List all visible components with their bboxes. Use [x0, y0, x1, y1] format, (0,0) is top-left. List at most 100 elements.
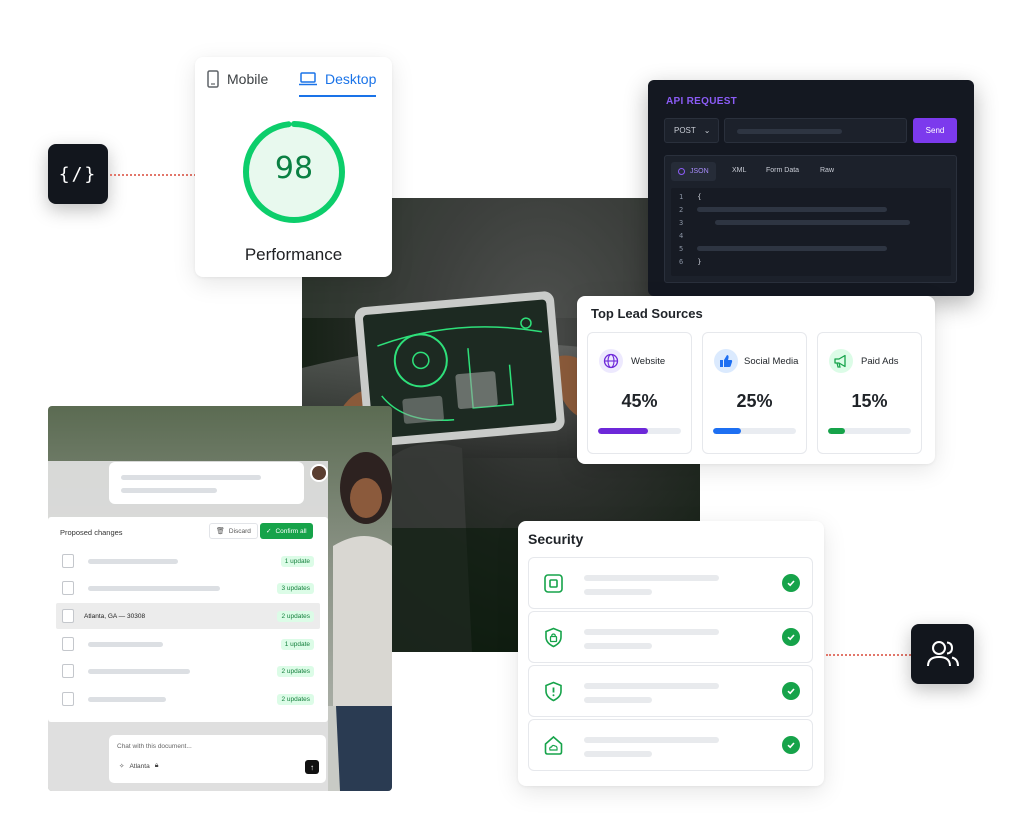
sparkle-icon: ✧: [119, 763, 125, 770]
chat-input[interactable]: Chat with this document... ✧ Atlanta 🔒︎ …: [109, 735, 326, 783]
line-number: 6: [679, 257, 684, 266]
code-icon-tile: {/}: [48, 144, 108, 204]
progress-bar: [713, 428, 796, 434]
performance-card: Mobile Desktop 98 Performance: [195, 57, 392, 277]
body-editor: JSON XML Form Data Raw 1 { 2 3 4 5 6}: [664, 155, 957, 283]
tab-xml[interactable]: XML: [732, 167, 746, 174]
change-row[interactable]: 1 update: [56, 631, 320, 657]
chat-placeholder: Chat with this document...: [117, 743, 192, 750]
method-select[interactable]: POST ⌄: [664, 118, 719, 143]
context-chip[interactable]: ✧ Atlanta 🔒︎: [119, 762, 158, 770]
check-icon: [782, 628, 800, 646]
file-icon: [62, 664, 74, 678]
security-row[interactable]: [528, 611, 813, 663]
security-row[interactable]: [528, 719, 813, 771]
proposed-changes-panel: Proposed changes 🗑 Discard ✓ Confirm all…: [48, 517, 328, 722]
cloud-shield-icon: [544, 735, 563, 755]
update-badge: 3 updates: [277, 582, 314, 594]
tab-mobile-label: Mobile: [227, 71, 269, 87]
url-input[interactable]: [724, 118, 907, 143]
code-text: {: [697, 192, 702, 201]
users-icon-tile: [911, 624, 974, 684]
file-icon: [62, 637, 74, 651]
check-icon: [782, 682, 800, 700]
lead-source-label: Social Media: [744, 355, 799, 367]
phone-icon: [207, 70, 219, 88]
trash-icon: 🗑: [216, 528, 225, 535]
send-arrow-icon[interactable]: ↑: [305, 760, 319, 774]
lead-source-paid-ads[interactable]: Paid Ads 15%: [817, 332, 922, 454]
lead-source-percent: 25%: [736, 391, 773, 411]
update-badge: 2 updates: [277, 610, 314, 622]
users-icon: [926, 641, 959, 667]
tab-mobile[interactable]: Mobile: [207, 63, 268, 95]
line-number: 3: [679, 218, 684, 227]
tab-desktop-label: Desktop: [325, 71, 377, 87]
tab-form-data[interactable]: Form Data: [766, 167, 799, 174]
line-number: 2: [679, 205, 684, 214]
progress-bar: [598, 428, 681, 434]
update-badge: 1 update: [280, 638, 314, 650]
change-row[interactable]: 2 updates: [56, 686, 320, 712]
lock-icon: 🔒︎: [154, 762, 159, 769]
security-row[interactable]: [528, 557, 813, 609]
avatar: [310, 464, 328, 482]
line-number: 5: [679, 244, 684, 253]
laptop-icon: [299, 72, 317, 86]
chip-icon: [544, 574, 563, 593]
lead-source-label: Paid Ads: [861, 355, 899, 367]
change-row-selected[interactable]: Atlanta, GA — 30308 2 updates: [56, 603, 320, 629]
tab-json-label: JSON: [690, 168, 709, 175]
code-icon: {/}: [58, 163, 98, 185]
file-icon: [62, 692, 74, 706]
security-row[interactable]: [528, 665, 813, 717]
api-request-card: API REQUEST POST ⌄ Send JSON XML Form Da…: [648, 80, 974, 296]
check-icon: [782, 736, 800, 754]
api-title: API REQUEST: [666, 96, 738, 107]
tab-desktop[interactable]: Desktop: [299, 63, 377, 97]
progress-bar: [828, 428, 911, 434]
globe-icon: [599, 349, 623, 373]
file-icon: [62, 609, 74, 623]
confirm-label: Confirm all: [275, 527, 307, 535]
tab-json[interactable]: JSON: [671, 162, 716, 181]
lead-source-social-media[interactable]: Social Media 25%: [702, 332, 807, 454]
change-row[interactable]: 1 update: [56, 548, 320, 574]
lead-source-percent: 15%: [851, 391, 888, 411]
method-value: POST: [674, 126, 696, 135]
thumbs-up-icon: [714, 349, 738, 373]
performance-label: Performance: [244, 245, 343, 264]
lead-source-label: Website: [631, 355, 666, 367]
line-number: 1: [679, 192, 684, 201]
connector-line: [110, 174, 196, 176]
update-badge: 2 updates: [277, 693, 314, 705]
send-button[interactable]: Send: [913, 118, 957, 143]
change-row[interactable]: 2 updates: [56, 658, 320, 684]
discard-button[interactable]: 🗑 Discard: [209, 523, 258, 539]
megaphone-icon: [829, 349, 853, 373]
check-icon: [782, 574, 800, 592]
connector-line: [826, 654, 911, 656]
line-number: 4: [679, 231, 684, 240]
confirm-all-button[interactable]: ✓ Confirm all: [260, 523, 313, 539]
chevron-down-icon: ⌄: [703, 126, 711, 135]
update-badge: 2 updates: [277, 665, 314, 677]
tab-raw[interactable]: Raw: [820, 167, 834, 174]
document-card: Proposed changes 🗑 Discard ✓ Confirm all…: [48, 406, 392, 791]
proposed-changes-title: Proposed changes: [60, 528, 123, 537]
change-row[interactable]: 3 updates: [56, 575, 320, 601]
radio-icon: [678, 168, 685, 175]
lead-sources-title: Top Lead Sources: [591, 306, 703, 321]
check-icon: ✓: [266, 528, 272, 535]
security-title: Security: [528, 531, 584, 547]
discard-label: Discard: [228, 527, 251, 535]
code-area[interactable]: 1 { 2 3 4 5 6}: [671, 188, 951, 276]
lead-source-percent: 45%: [621, 391, 658, 411]
lead-sources-card: Top Lead Sources Website 45% Social Medi…: [577, 296, 935, 464]
message-bubble: [109, 462, 304, 504]
security-card: Security: [518, 521, 824, 786]
file-icon: [62, 554, 74, 568]
lead-source-website[interactable]: Website 45%: [587, 332, 692, 454]
performance-score: 98: [274, 151, 314, 186]
code-text: }: [697, 257, 702, 266]
